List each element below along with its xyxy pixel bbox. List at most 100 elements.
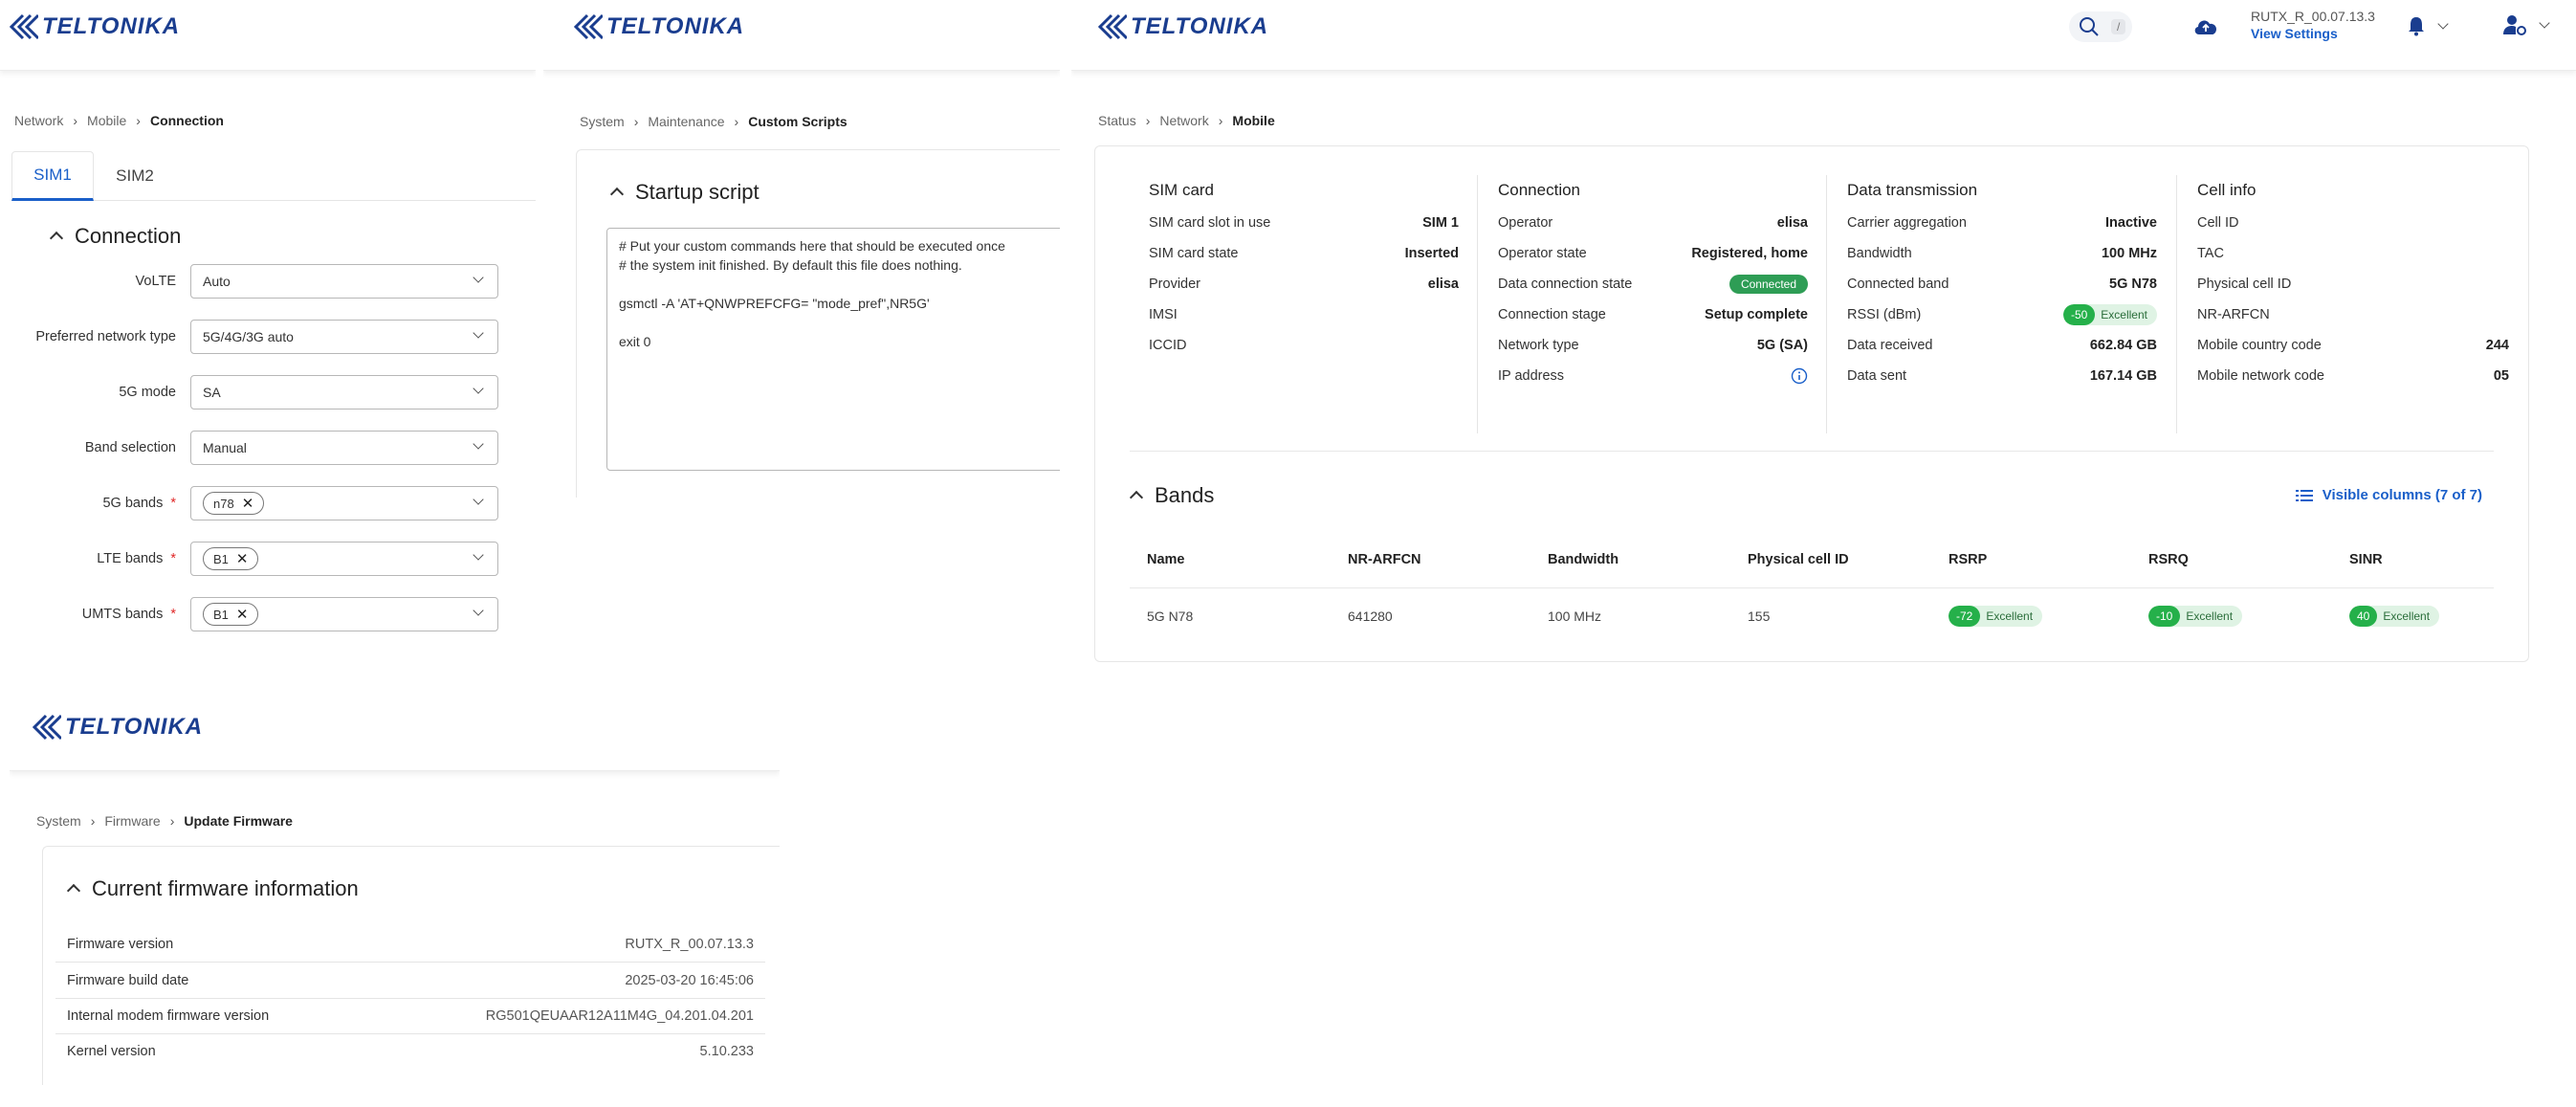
kv-row: NR-ARFCN bbox=[2197, 299, 2509, 330]
kv-value: 5G (SA) bbox=[1756, 338, 1808, 353]
kv-value: Inactive bbox=[2105, 215, 2157, 231]
kv-row: IP address bbox=[1498, 361, 1808, 391]
5g-mode-select[interactable]: SA bbox=[190, 375, 498, 410]
teltonika-logo[interactable]: TELTONIKA bbox=[1098, 13, 1268, 40]
section-title: Current firmware information bbox=[92, 876, 359, 900]
search-button[interactable]: / bbox=[2069, 11, 2132, 42]
col-header-rsrq[interactable]: RSRQ bbox=[2148, 552, 2189, 567]
5g-bands-row: 5G bands * n78 ✕ bbox=[0, 486, 517, 520]
search-icon bbox=[2080, 17, 2099, 36]
breadcrumb-item-maintenance[interactable]: Maintenance bbox=[648, 114, 724, 129]
umts-bands-label-text: UMTS bands bbox=[81, 607, 164, 622]
visible-columns-button[interactable]: Visible columns (7 of 7) bbox=[2295, 487, 2482, 503]
band-chip-b1: B1 ✕ bbox=[203, 603, 259, 626]
cloud-upload-icon[interactable] bbox=[2192, 15, 2219, 38]
col-header-sinr[interactable]: SINR bbox=[2349, 552, 2383, 567]
col-header-rsrp[interactable]: RSRP bbox=[1949, 552, 1987, 567]
band-selection-select[interactable]: Manual bbox=[190, 431, 498, 465]
kv-key: Operator bbox=[1498, 215, 1553, 231]
view-settings-link[interactable]: View Settings bbox=[2251, 25, 2375, 42]
kv-value: 5.10.233 bbox=[699, 1044, 754, 1059]
kv-row: Connection stage Setup complete bbox=[1498, 299, 1808, 330]
breadcrumb-item-custom-scripts: Custom Scripts bbox=[748, 114, 848, 129]
teltonika-logo[interactable]: TELTONIKA bbox=[10, 13, 180, 40]
kv-row: SIM card slot in use SIM 1 bbox=[1149, 208, 1459, 238]
rsrq-cell: -10 Excellent bbox=[2148, 604, 2243, 629]
breadcrumb: System › Maintenance › Custom Scripts bbox=[580, 114, 848, 129]
cell-info-column: Cell info Cell ID TAC Physical cell ID N… bbox=[2197, 173, 2509, 391]
remove-chip-icon[interactable]: ✕ bbox=[236, 606, 249, 623]
rssi-value: -50 bbox=[2062, 304, 2096, 325]
rssi-quality: Excellent bbox=[2101, 308, 2147, 321]
breadcrumb-item-mobile[interactable]: Mobile bbox=[87, 113, 126, 128]
col-header-bandwidth[interactable]: Bandwidth bbox=[1548, 552, 1618, 567]
band-name: 5G N78 bbox=[1147, 609, 1194, 624]
logo-text: TELTONIKA bbox=[606, 13, 745, 39]
network-type-select[interactable]: 5G/4G/3G auto bbox=[190, 320, 498, 354]
breadcrumb-item-network[interactable]: Network bbox=[14, 113, 63, 128]
chevron-down-icon bbox=[473, 327, 484, 339]
top-bar: TELTONIKA bbox=[543, 0, 1060, 71]
chevron-down-icon bbox=[473, 605, 484, 616]
custom-scripts-panel: TELTONIKA System › Maintenance › Custom … bbox=[543, 0, 1060, 498]
logo-mark-icon bbox=[574, 13, 603, 40]
kv-row: Operator elisa bbox=[1498, 208, 1808, 238]
tab-sim1[interactable]: SIM1 bbox=[11, 151, 94, 201]
user-menu[interactable] bbox=[2502, 13, 2550, 36]
kv-row: TAC bbox=[2197, 238, 2509, 269]
startup-script-textarea[interactable]: # Put your custom commands here that sho… bbox=[606, 228, 1060, 471]
remove-chip-icon[interactable]: ✕ bbox=[242, 495, 254, 512]
logo-mark-icon bbox=[10, 13, 38, 40]
breadcrumb-item-system[interactable]: System bbox=[580, 114, 625, 129]
kv-value: RUTX_R_00.07.13.3 bbox=[625, 936, 754, 952]
volte-select[interactable]: Auto bbox=[190, 264, 498, 299]
teltonika-logo[interactable]: TELTONIKA bbox=[574, 13, 744, 40]
col-header-name[interactable]: Name bbox=[1147, 552, 1185, 567]
mobile-status-card: SIM card SIM card slot in use SIM 1 SIM c… bbox=[1094, 145, 2529, 662]
lte-bands-select[interactable]: B1 ✕ bbox=[190, 542, 498, 576]
5g-bands-select[interactable]: n78 ✕ bbox=[190, 486, 498, 520]
kv-row: Connected band 5G N78 bbox=[1847, 269, 2157, 299]
col-header-arfcn[interactable]: NR-ARFCN bbox=[1348, 552, 1421, 567]
breadcrumb-item-network[interactable]: Network bbox=[1159, 113, 1208, 128]
firmware-section-header[interactable]: Current firmware information bbox=[66, 876, 359, 901]
breadcrumb-item-status[interactable]: Status bbox=[1098, 113, 1136, 128]
notifications-menu[interactable] bbox=[2407, 15, 2449, 36]
remove-chip-icon[interactable]: ✕ bbox=[236, 550, 249, 567]
kv-key: IP address bbox=[1498, 368, 1565, 384]
breadcrumb-item-firmware[interactable]: Firmware bbox=[104, 813, 160, 829]
volte-row: VoLTE Auto bbox=[0, 264, 517, 299]
kv-value: elisa bbox=[1427, 277, 1459, 292]
sinr-value: 40 bbox=[2349, 606, 2378, 627]
kv-key: IMSI bbox=[1149, 307, 1178, 322]
kv-value: Inserted bbox=[1404, 246, 1459, 261]
tab-sim2[interactable]: SIM2 bbox=[94, 151, 176, 201]
kv-key: Operator state bbox=[1498, 246, 1587, 261]
5g-mode-row: 5G mode SA bbox=[0, 375, 517, 410]
kv-row: Data received 662.84 GB bbox=[1847, 330, 2157, 361]
umts-bands-select[interactable]: B1 ✕ bbox=[190, 597, 498, 631]
col-header-pci[interactable]: Physical cell ID bbox=[1748, 552, 1849, 567]
bands-section-header[interactable]: Bands bbox=[1129, 483, 1214, 508]
kv-key: Cell ID bbox=[2197, 215, 2239, 231]
chevron-right-icon: › bbox=[136, 113, 141, 128]
chevron-up-icon bbox=[66, 883, 81, 898]
chevron-right-icon: › bbox=[90, 813, 96, 829]
sim-card-column: SIM card SIM card slot in use SIM 1 SIM c… bbox=[1149, 173, 1459, 361]
teltonika-logo[interactable]: TELTONIKA bbox=[33, 714, 203, 741]
band-chip-b1: B1 ✕ bbox=[203, 547, 259, 570]
5g-mode-value: SA bbox=[203, 385, 221, 400]
startup-script-header[interactable]: Startup script bbox=[609, 180, 760, 205]
network-type-label: Preferred network type bbox=[35, 329, 176, 344]
info-icon[interactable] bbox=[1791, 367, 1808, 385]
firmware-panel: TELTONIKA System › Firmware › Update Fir… bbox=[10, 700, 780, 1102]
bell-icon bbox=[2409, 17, 2424, 36]
band-arfcn: 641280 bbox=[1348, 609, 1393, 624]
kv-key: Data sent bbox=[1847, 368, 1907, 384]
kv-value: 244 bbox=[2485, 338, 2509, 353]
connection-section-header[interactable]: Connection bbox=[49, 224, 181, 249]
firmware-build-date-row: Firmware build date 2025-03-20 16:45:06 bbox=[55, 963, 765, 999]
rsrp-quality: Excellent bbox=[1986, 609, 2034, 623]
breadcrumb-item-system[interactable]: System bbox=[36, 813, 81, 829]
chevron-right-icon: › bbox=[1145, 113, 1151, 128]
